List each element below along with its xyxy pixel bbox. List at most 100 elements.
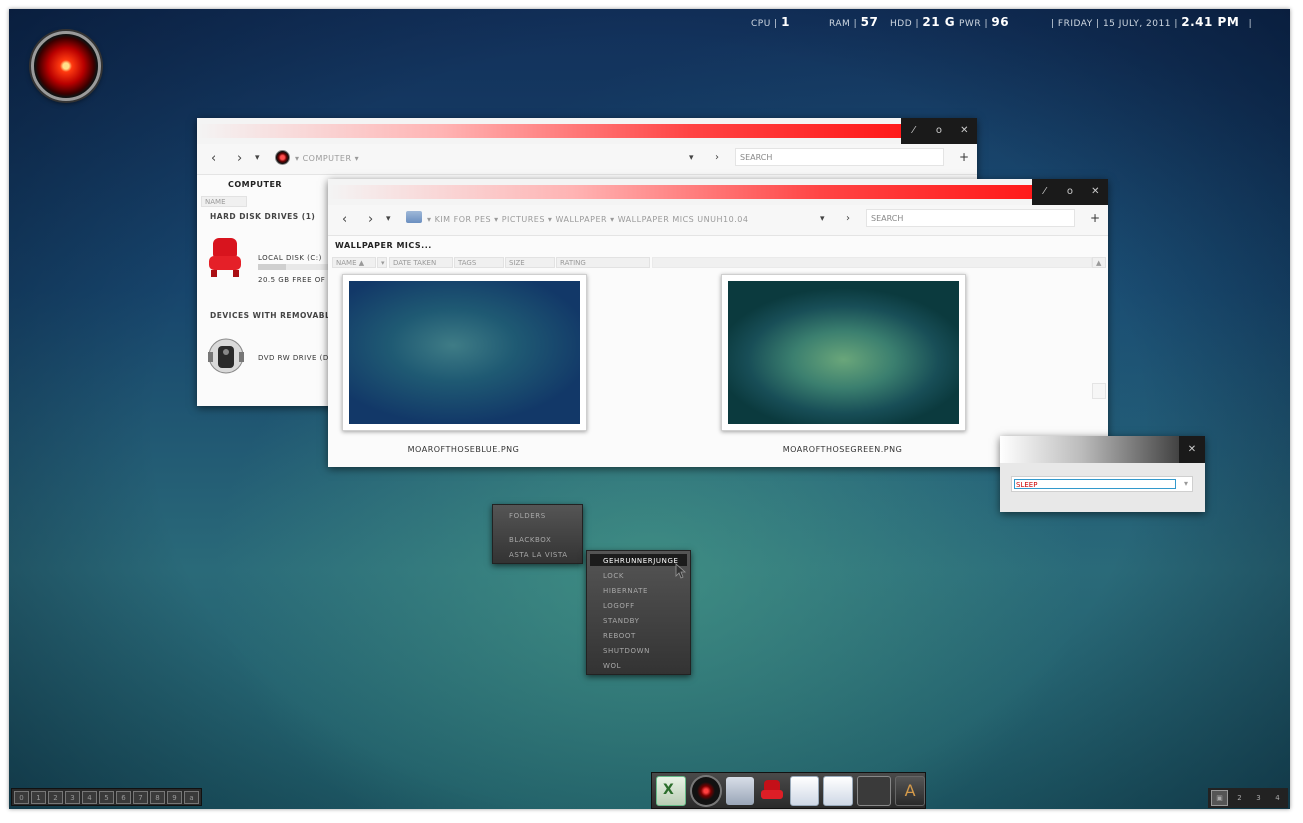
- drive-c-name[interactable]: LOCAL DISK (C:): [258, 254, 322, 262]
- history-dropdown-icon[interactable]: ▾: [255, 153, 260, 163]
- search-input[interactable]: SEARCH: [735, 148, 944, 166]
- file-name-green[interactable]: MOAROFTHOSEGREEN.PNG: [721, 445, 964, 454]
- notepad-icon[interactable]: [789, 775, 820, 806]
- workspace-button[interactable]: 2: [48, 791, 63, 804]
- scrollbar-thumb[interactable]: [1092, 383, 1106, 399]
- chair-icon[interactable]: [758, 777, 786, 805]
- workspace-button[interactable]: 6: [116, 791, 131, 804]
- desktop-button[interactable]: 4: [1270, 794, 1285, 802]
- workspace-button[interactable]: 9: [167, 791, 182, 804]
- workspace-button[interactable]: 5: [99, 791, 114, 804]
- dialog-title-bar[interactable]: ✕: [1000, 436, 1205, 463]
- thumbnail-green[interactable]: [721, 274, 966, 431]
- section-hard-disk: HARD DISK DRIVES (1): [210, 212, 316, 221]
- hard-drive-icon[interactable]: [207, 236, 243, 278]
- menu-item-asta-la-vista[interactable]: ASTA LA VISTA: [509, 551, 568, 559]
- drive-c-usage-bar: [258, 264, 328, 270]
- desktop-1-button[interactable]: ▣: [1211, 790, 1228, 806]
- new-tab-icon[interactable]: +: [959, 150, 969, 164]
- drive-d-name[interactable]: DVD RW DRIVE (D:): [258, 354, 335, 362]
- go-icon[interactable]: ›: [715, 152, 719, 163]
- toolbar: ‹ › ▾ ▾ COMPUTER ▾ ▾ › SEARCH +: [197, 144, 977, 175]
- folders-menu: FOLDERS BLACKBOX ASTA LA VISTA: [492, 504, 583, 564]
- forward-icon[interactable]: ›: [368, 212, 373, 227]
- column-filler: [652, 257, 1092, 268]
- maximize-button[interactable]: o: [926, 118, 951, 144]
- minimize-button[interactable]: ⁄: [1032, 179, 1057, 205]
- column-name[interactable]: NAME ▲: [332, 257, 376, 268]
- column-date-taken[interactable]: DATE TAKEN: [389, 257, 453, 268]
- workspace-button[interactable]: 7: [133, 791, 148, 804]
- menu-item-reboot[interactable]: REBOOT: [603, 632, 636, 640]
- menu-item-user[interactable]: GEHRUNNERJUNGE: [603, 557, 679, 565]
- menu-item-lock[interactable]: LOCK: [603, 572, 624, 580]
- title-bar[interactable]: ⁄ o ✕: [328, 179, 1108, 205]
- notepad-icon[interactable]: [823, 775, 854, 806]
- blank-icon[interactable]: [857, 775, 892, 806]
- wallpaper-window: ⁄ o ✕ ‹ › ▾ ▾ KIM FOR PES ▾ PICTURES ▾ W…: [328, 179, 1108, 467]
- ram-stat: RAM | 57: [829, 15, 879, 29]
- action-select-value: SLEEP: [1014, 479, 1176, 489]
- column-name[interactable]: NAME: [201, 196, 247, 207]
- close-button[interactable]: ✕: [952, 118, 977, 144]
- excel-icon[interactable]: X: [656, 775, 686, 806]
- window-controls: ⁄ o ✕: [1032, 179, 1108, 205]
- breadcrumb[interactable]: ▾ COMPUTER ▾: [295, 154, 359, 163]
- menu-item-blackbox[interactable]: BLACKBOX: [509, 536, 551, 544]
- close-button[interactable]: ✕: [1179, 436, 1205, 463]
- column-tags[interactable]: TAGS: [454, 257, 504, 268]
- column-size[interactable]: SIZE: [505, 257, 555, 268]
- minimize-button[interactable]: ⁄: [901, 118, 926, 144]
- thumbnail-blue[interactable]: [342, 274, 587, 431]
- address-dropdown-icon[interactable]: ▾: [689, 153, 694, 163]
- page-title: WALLPAPER MICS...: [335, 241, 432, 250]
- workspace-button[interactable]: 4: [82, 791, 97, 804]
- breadcrumb[interactable]: ▾ KIM FOR PES ▾ PICTURES ▾ WALLPAPER ▾ W…: [427, 215, 748, 224]
- window-controls: ⁄ o ✕: [901, 118, 977, 144]
- search-input[interactable]: SEARCH: [866, 209, 1075, 227]
- folder-icon: [406, 211, 422, 223]
- hdd-stat: HDD | 21 G: [890, 15, 956, 29]
- menu-header-folders: FOLDERS: [509, 512, 546, 520]
- action-select[interactable]: SLEEP ▾: [1011, 476, 1193, 492]
- close-button[interactable]: ✕: [1083, 179, 1108, 205]
- column-name-filter[interactable]: ▾: [377, 257, 387, 268]
- workspace-button[interactable]: a: [184, 791, 199, 804]
- forward-icon[interactable]: ›: [237, 151, 242, 166]
- menu-item-standby[interactable]: STANDBY: [603, 617, 640, 625]
- workspace-button[interactable]: 1: [31, 791, 46, 804]
- menu-item-hibernate[interactable]: HIBERNATE: [603, 587, 648, 595]
- new-tab-icon[interactable]: +: [1090, 211, 1100, 225]
- workspace-button[interactable]: 8: [150, 791, 165, 804]
- file-name-blue[interactable]: MOAROFTHOSEBLUE.PNG: [342, 445, 585, 454]
- hal-eye-icon[interactable]: [31, 31, 101, 101]
- page-title: COMPUTER: [228, 180, 283, 189]
- dock: X A: [651, 772, 926, 809]
- column-rating[interactable]: RATING: [556, 257, 650, 268]
- dvd-drive-icon[interactable]: [207, 336, 245, 376]
- title-gradient: [197, 124, 901, 138]
- menu-item-wol[interactable]: WOL: [603, 662, 621, 670]
- workspace-button[interactable]: 3: [65, 791, 80, 804]
- address-dropdown-icon[interactable]: ▾: [820, 214, 825, 224]
- title-bar[interactable]: ⁄ o ✕: [197, 118, 977, 144]
- hal-icon[interactable]: [689, 774, 722, 807]
- computer-icon: [275, 150, 290, 165]
- menu-item-logoff[interactable]: LOGOFF: [603, 602, 635, 610]
- back-icon[interactable]: ‹: [342, 212, 347, 227]
- history-dropdown-icon[interactable]: ▾: [386, 214, 391, 224]
- workspace-button[interactable]: 0: [14, 791, 29, 804]
- wallpaper-green-image: [728, 281, 959, 424]
- desktop-button[interactable]: 3: [1251, 794, 1266, 802]
- scroll-up-icon[interactable]: ▲: [1092, 257, 1106, 268]
- menu-item-shutdown[interactable]: SHUTDOWN: [603, 647, 650, 655]
- back-icon[interactable]: ‹: [211, 151, 216, 166]
- desktop: CPU | 1 RAM | 57 HDD | 21 G PWR | 96 | F…: [9, 9, 1290, 809]
- go-icon[interactable]: ›: [846, 213, 850, 224]
- font-icon[interactable]: A: [895, 775, 925, 806]
- wallpaper-blue-image: [349, 281, 580, 424]
- maximize-button[interactable]: o: [1057, 179, 1082, 205]
- chevron-down-icon[interactable]: ▾: [1184, 479, 1188, 488]
- desktop-button[interactable]: 2: [1232, 794, 1247, 802]
- folder-icon[interactable]: [725, 776, 754, 805]
